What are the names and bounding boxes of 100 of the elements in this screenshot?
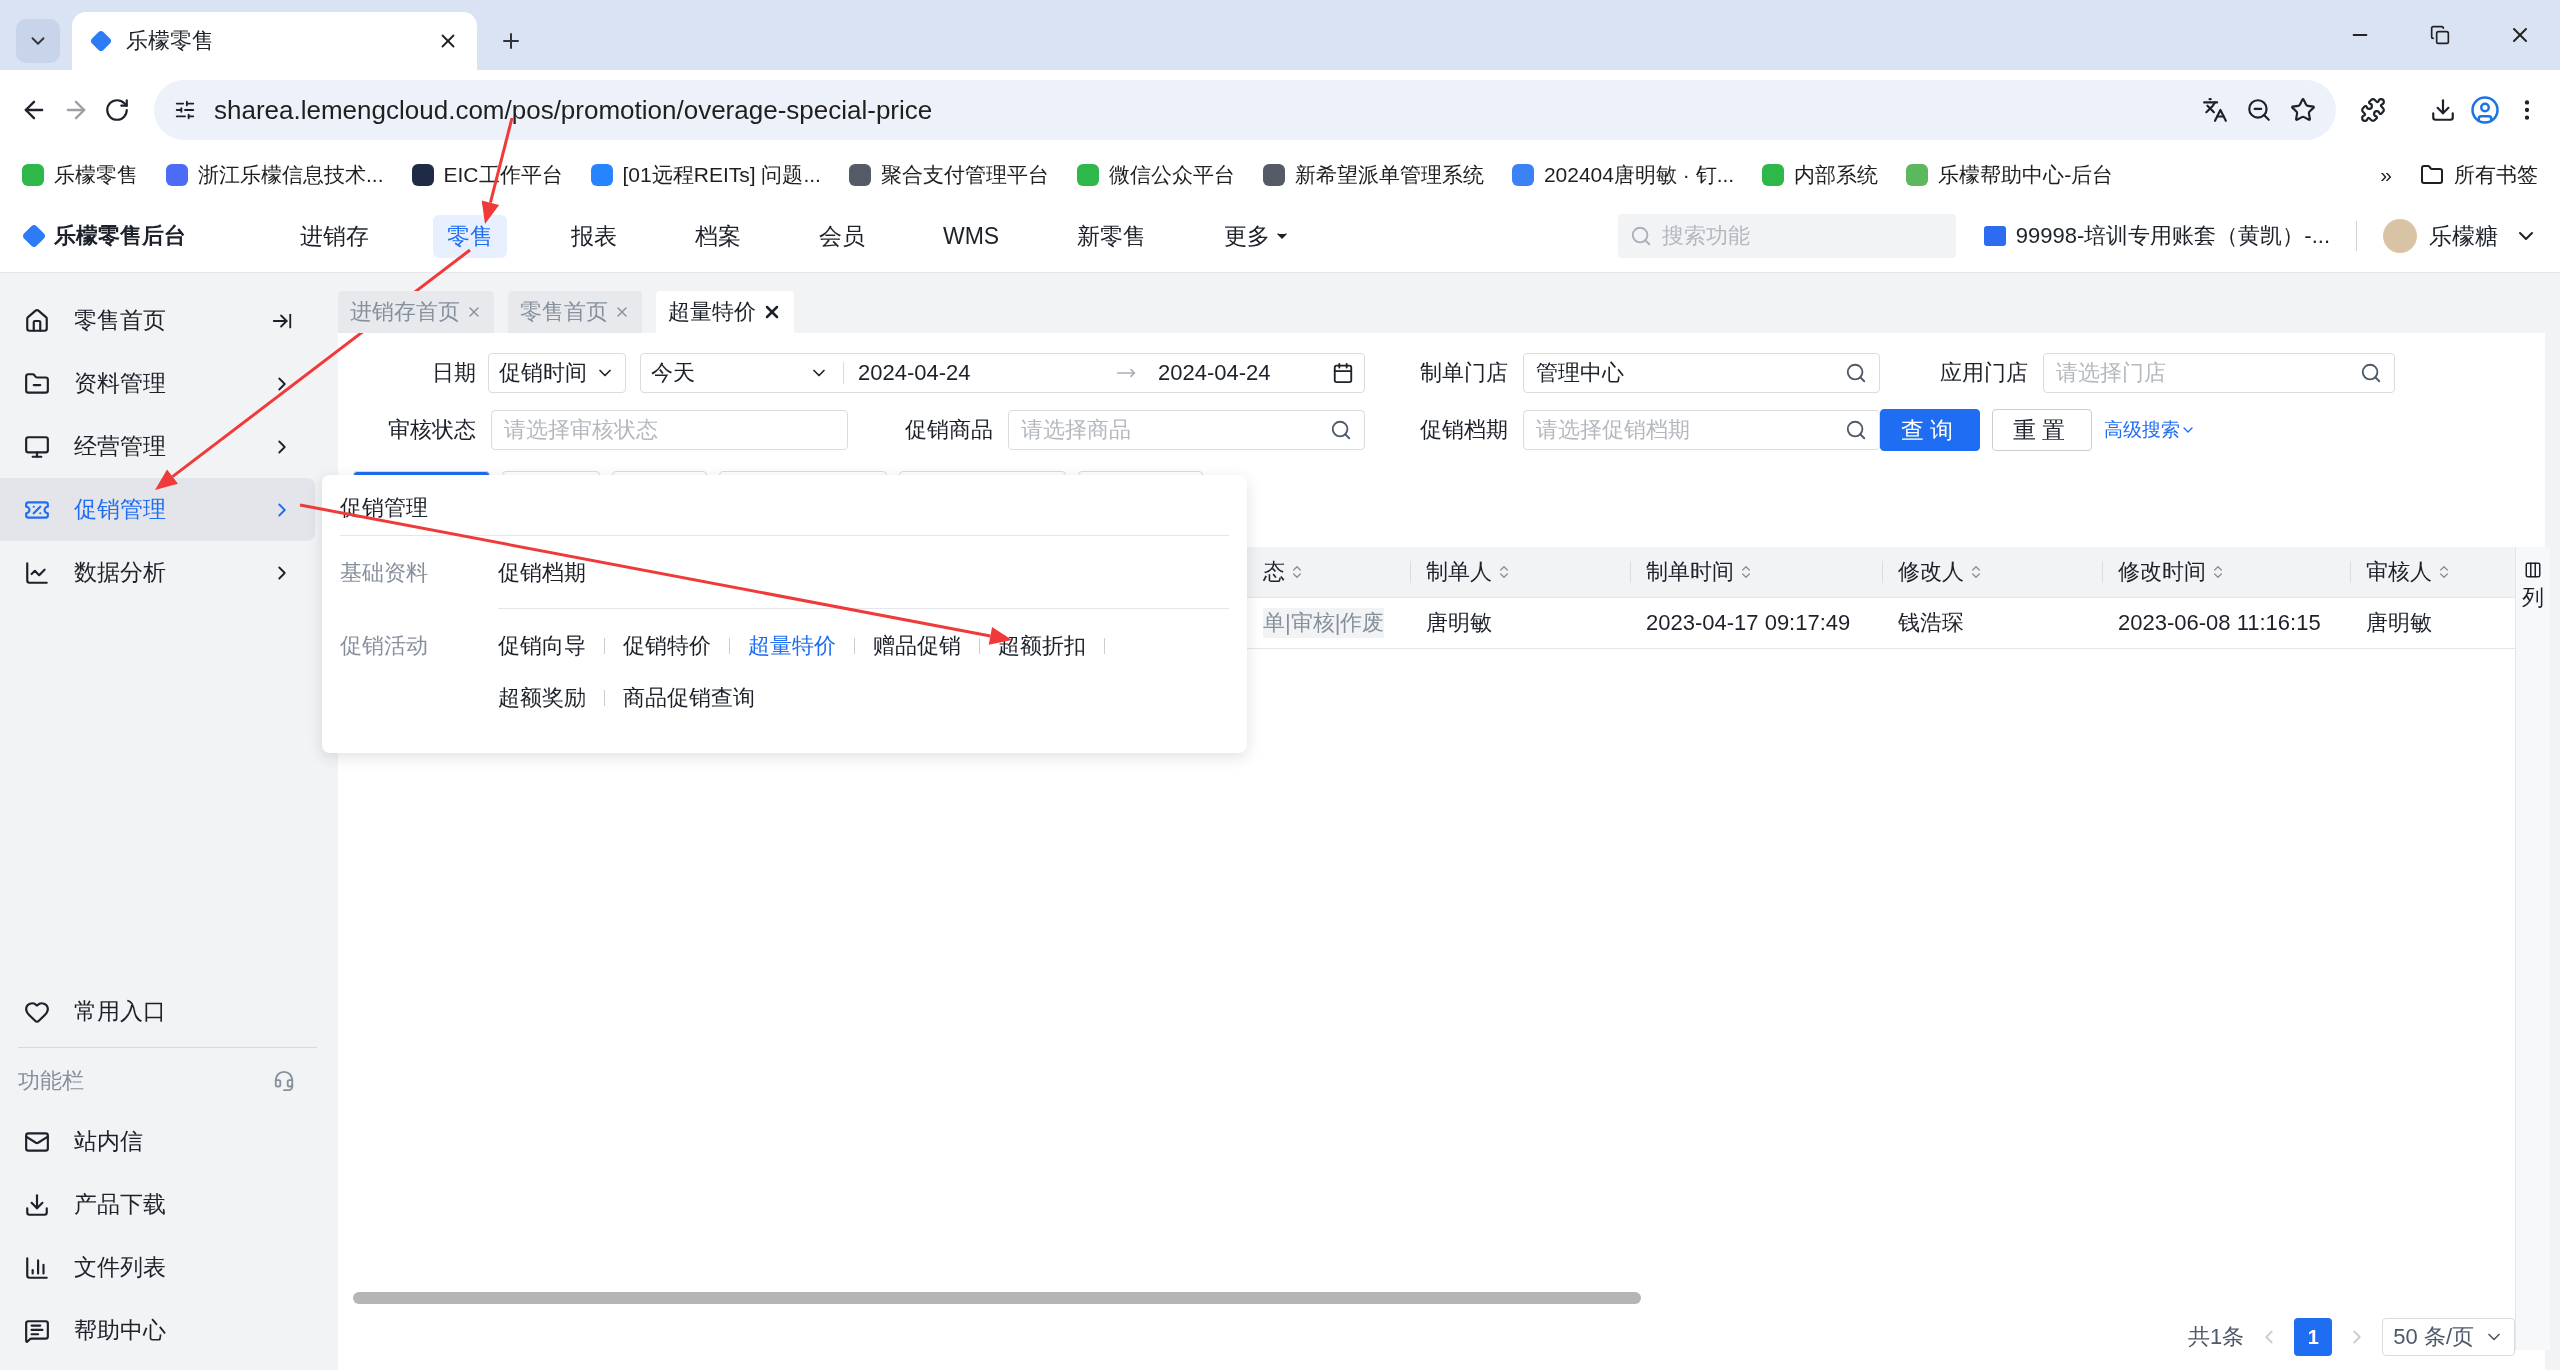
query-button[interactable]: 查询: [1880, 409, 1980, 451]
profile-icon[interactable]: [2470, 95, 2500, 125]
search-icon[interactable]: [2360, 362, 2382, 384]
sidebar-item[interactable]: 产品下载: [0, 1173, 315, 1236]
bookmark[interactable]: 聚合支付管理平台: [848, 161, 1049, 189]
section-title: 功能栏: [18, 1067, 84, 1095]
reload-icon[interactable]: [104, 97, 130, 123]
text-input[interactable]: 请选择促销档期: [1536, 417, 1835, 443]
column-header[interactable]: 修改人: [1882, 547, 2102, 597]
menu-link[interactable]: 赠品促销: [873, 627, 961, 665]
bookmark[interactable]: 202404唐明敏 · 钉...: [1511, 161, 1735, 189]
folder-icon[interactable]: [2420, 163, 2444, 187]
field-label: 促销商品: [904, 416, 994, 444]
menu-link[interactable]: 促销向导: [498, 627, 586, 665]
site-settings-icon[interactable]: [174, 99, 196, 121]
sidebar-item[interactable]: 促销管理: [0, 478, 315, 541]
bookmark[interactable]: 新希望派单管理系统: [1262, 161, 1484, 189]
sidebar-item[interactable]: 经营管理: [0, 415, 315, 478]
sidebar-item[interactable]: 站内信: [0, 1110, 315, 1173]
nav-item[interactable]: 档案: [681, 214, 755, 258]
column-header[interactable]: 态: [1263, 547, 1410, 597]
account-selector[interactable]: 99998-培训专用账套（黄凯）-...: [2015, 221, 2330, 251]
menu-link[interactable]: 超量特价: [748, 627, 836, 665]
page-tab[interactable]: 超量特价: [656, 291, 794, 333]
download-icon: [24, 1191, 50, 1218]
bookmark[interactable]: [01远程REITs] 问题...: [590, 161, 821, 189]
search-input[interactable]: 搜索功能: [1661, 223, 1944, 249]
address-bar[interactable]: sharea.lemengcloud.com/pos/promotion/overage-special-price: [154, 80, 2336, 140]
nav-item[interactable]: 报表: [557, 214, 631, 258]
restore-icon[interactable]: [2430, 25, 2450, 45]
text-input[interactable]: 请选择商品: [1021, 417, 1320, 443]
column-header[interactable]: 修改时间: [2102, 547, 2350, 597]
sidebar-item[interactable]: 帮助中心: [0, 1299, 315, 1362]
text-input[interactable]: 管理中心: [1536, 360, 1835, 386]
all-bookmarks-button[interactable]: 所有书签: [2420, 161, 2538, 189]
group-label: 促销活动: [340, 632, 429, 660]
menu-link[interactable]: 促销特价: [623, 627, 711, 665]
table-cell-text: 2023-04-17 09:17:49: [1645, 609, 1852, 637]
page-size-select[interactable]: 50 条/页: [2382, 1318, 2515, 1356]
line-chart-icon: [24, 559, 50, 586]
select-field[interactable]: 促销时间: [488, 353, 626, 393]
sidebar-item[interactable]: 资料管理: [0, 352, 315, 415]
column-settings-button[interactable]: 列: [2515, 547, 2550, 1350]
search-field[interactable]: 请选择商品: [1008, 410, 1365, 450]
total-count: 共1条: [2188, 1323, 2245, 1351]
nav-item[interactable]: 进销存: [286, 214, 383, 258]
field-label: 日期: [431, 359, 477, 387]
bookmark[interactable]: 乐檬零售: [22, 161, 138, 189]
reset-button[interactable]: 重置: [1992, 409, 2092, 451]
search-icon[interactable]: [1845, 419, 1867, 441]
search-icon[interactable]: [1845, 362, 1867, 384]
nav-item[interactable]: 零售: [433, 214, 507, 258]
table-cell-text: 唐明敏: [2365, 609, 2433, 637]
translate-icon[interactable]: [2202, 97, 2228, 123]
folder-icon: [24, 370, 50, 397]
download-icon[interactable]: [2430, 97, 2456, 123]
bookmark[interactable]: 乐檬帮助中心-后台: [1906, 161, 2114, 189]
search-field[interactable]: 管理中心: [1523, 353, 1880, 393]
advanced-search-link[interactable]: 高级搜索: [2104, 417, 2196, 443]
browser-tab[interactable]: 乐檬零售: [72, 12, 477, 70]
extensions-icon[interactable]: [2360, 97, 2386, 123]
nav-item[interactable]: WMS: [929, 216, 1014, 256]
nav-item[interactable]: 新零售: [1063, 214, 1161, 258]
bookmark[interactable]: 内部系统: [1762, 161, 1879, 189]
nav-item[interactable]: 更多: [1210, 214, 1305, 258]
bookmark[interactable]: 浙江乐檬信息技术...: [166, 161, 384, 189]
user-name[interactable]: 乐檬糖: [2429, 220, 2498, 252]
search-icon[interactable]: [1330, 419, 1352, 441]
columns-icon[interactable]: [2524, 561, 2542, 579]
menu-link[interactable]: 商品促销查询: [623, 679, 755, 717]
column-header[interactable]: 制单人: [1410, 547, 1630, 597]
sidebar-item[interactable]: 常用入口: [0, 980, 315, 1043]
sidebar-item[interactable]: 数据分析: [0, 541, 315, 604]
account-icon[interactable]: [1983, 226, 2006, 246]
select-field[interactable]: 请选择审核状态: [491, 410, 848, 450]
sidebar-item[interactable]: 零售首页: [0, 289, 315, 352]
nav-item[interactable]: 会员: [805, 214, 879, 258]
bookmark[interactable]: 微信公众平台: [1076, 161, 1235, 189]
column-header[interactable]: 审核人: [2350, 547, 2515, 597]
support-icon[interactable]: [273, 1070, 295, 1092]
logo-icon: [22, 224, 46, 248]
search-field[interactable]: 请选择促销档期: [1523, 410, 1880, 450]
site-icon: [90, 30, 112, 52]
bookmark-star-icon[interactable]: [2290, 97, 2316, 123]
menu-link[interactable]: 促销档期: [498, 554, 586, 592]
calendar-icon[interactable]: [1332, 362, 1354, 384]
group-label: 基础资料: [340, 559, 429, 587]
zoom-icon[interactable]: [2246, 97, 2272, 123]
field-label: 促销档期: [1419, 416, 1509, 444]
search-field[interactable]: 搜索功能: [1617, 214, 1956, 258]
search-field[interactable]: 请选择门店: [2043, 353, 2395, 393]
text-input[interactable]: 请选择门店: [2056, 360, 2350, 386]
page-button[interactable]: 1: [2294, 1318, 2333, 1356]
menu-link[interactable]: 超额奖励: [498, 679, 586, 717]
column-header[interactable]: 制单时间: [1630, 547, 1882, 597]
app-title: 乐檬零售后台: [54, 222, 186, 250]
bookmarks-overflow-button[interactable]: »: [2380, 163, 2392, 187]
text-input[interactable]: 请选择审核状态: [504, 417, 835, 443]
date-range-field[interactable]: 今天 2024-04-24 2024-04-24: [640, 353, 1365, 393]
sidebar-item[interactable]: 文件列表: [0, 1236, 315, 1299]
